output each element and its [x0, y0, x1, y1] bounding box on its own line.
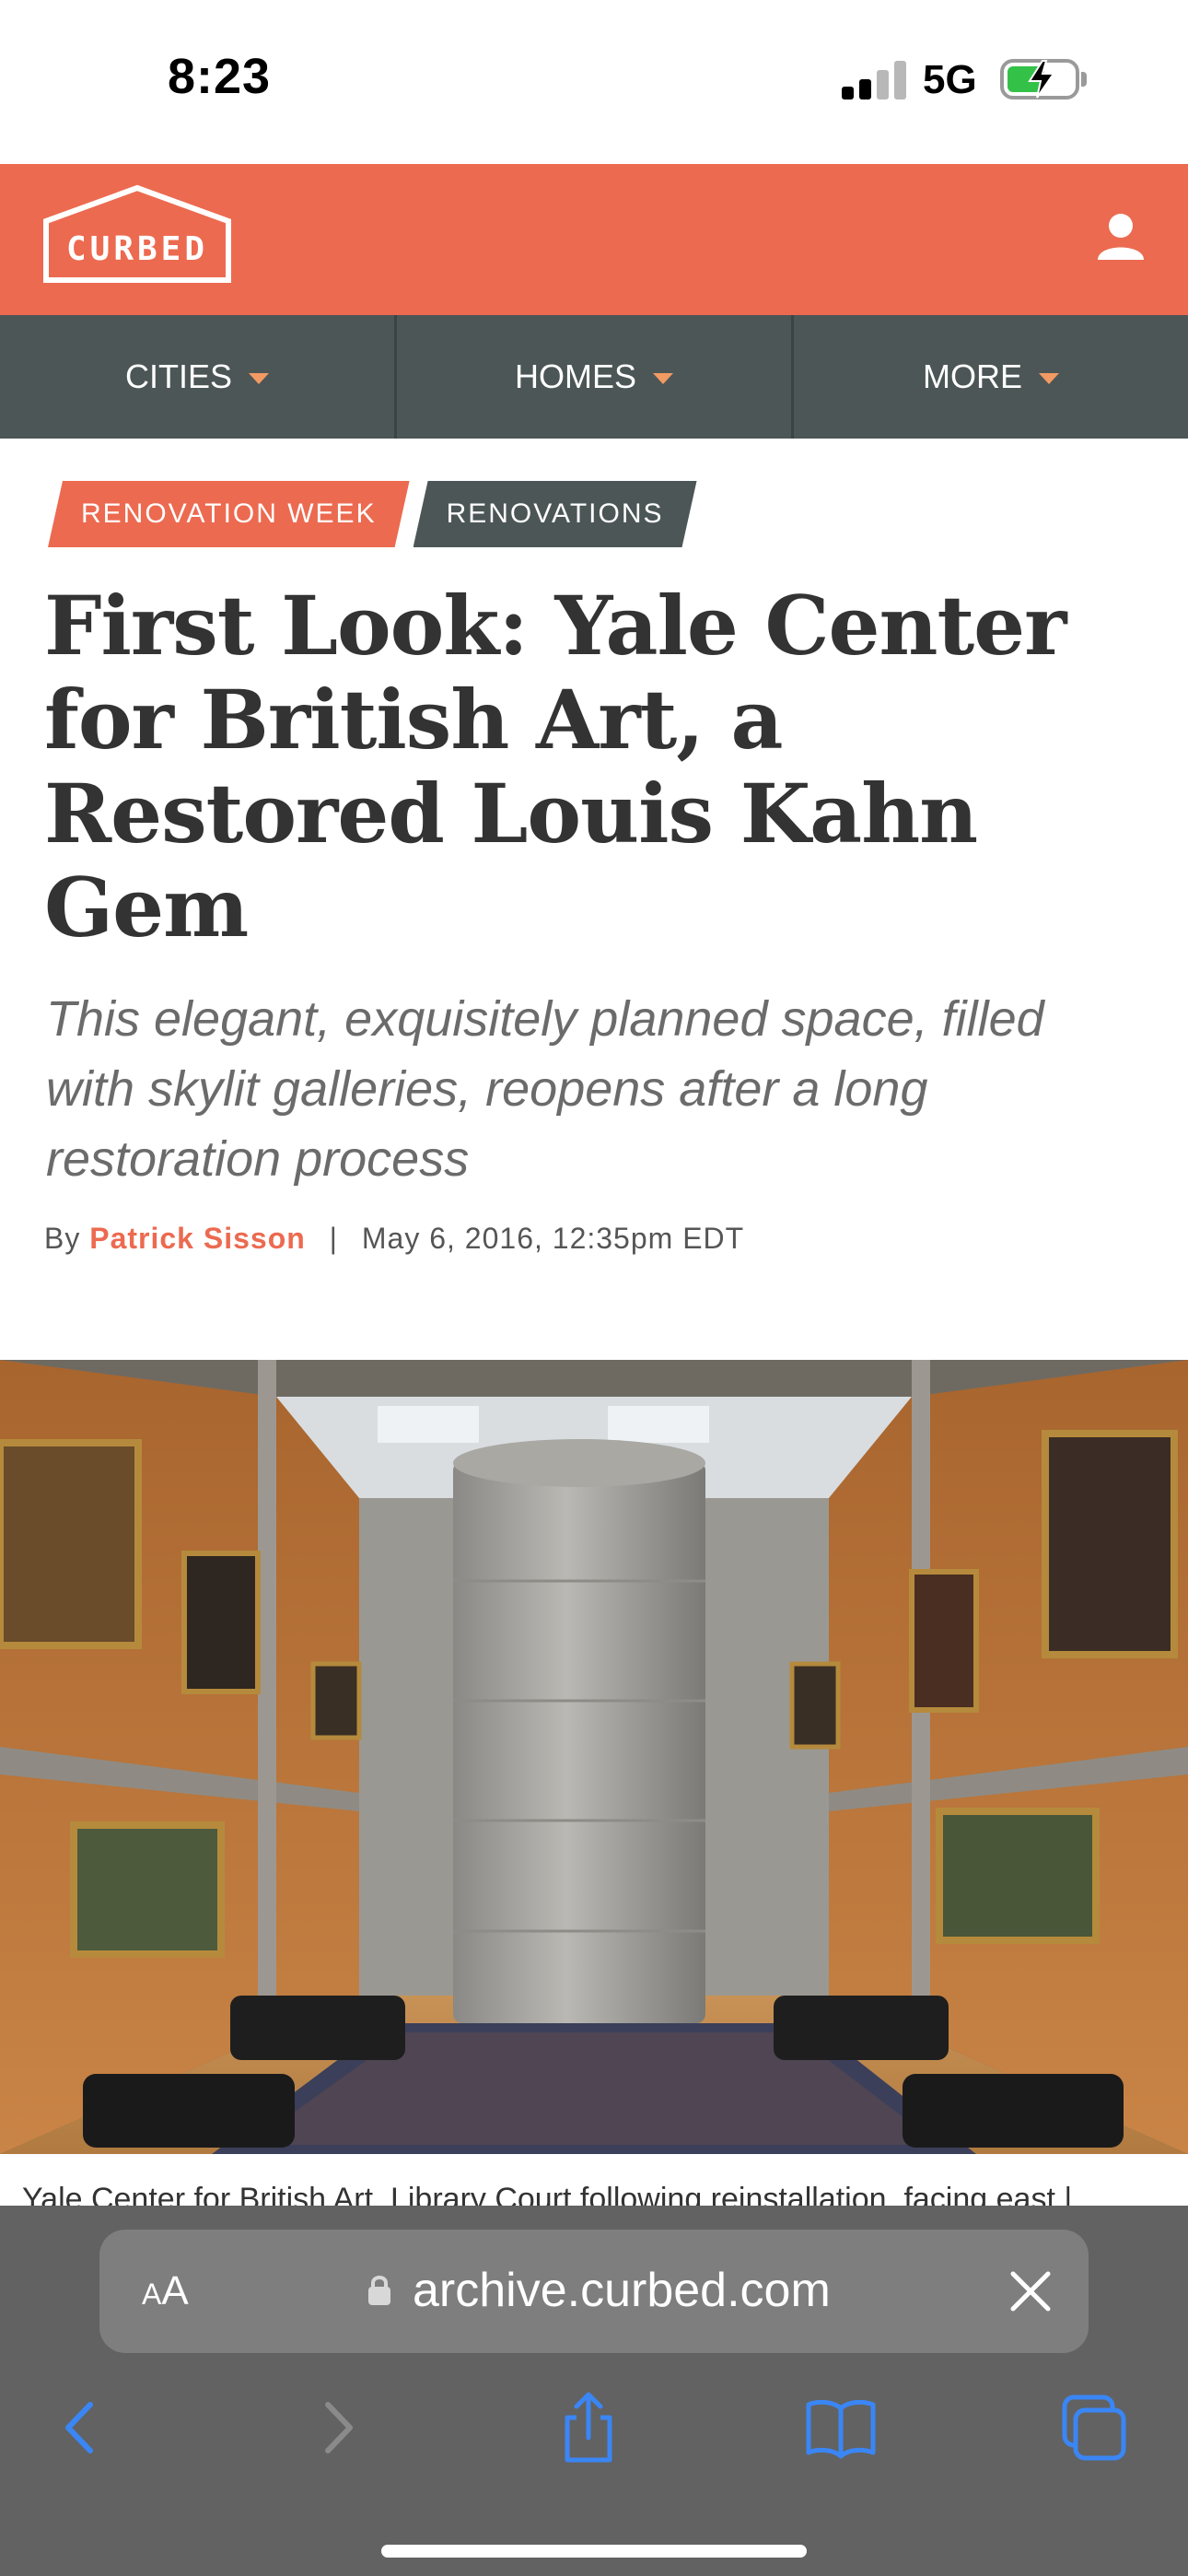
battery-tip — [1081, 72, 1087, 87]
nav-item-more[interactable]: MORE — [794, 315, 1188, 439]
nav-item-cities[interactable]: CITIES — [0, 315, 397, 439]
bookmarks-icon[interactable] — [799, 2386, 882, 2469]
chevron-down-icon — [1039, 373, 1059, 384]
address-bar[interactable]: AA archive.curbed.com — [99, 2230, 1089, 2353]
text-size-button[interactable]: AA — [142, 2268, 189, 2314]
text-size-small: A — [142, 2277, 162, 2311]
section-nav: CITIES HOMES MORE — [0, 315, 1188, 439]
battery-icon — [1000, 59, 1079, 100]
tag-renovation-week[interactable]: RENOVATION WEEK — [48, 481, 410, 547]
author-link[interactable]: Patrick Sisson — [89, 1222, 306, 1255]
home-indicator[interactable] — [381, 2545, 807, 2558]
byline: By Patrick Sisson | May 6, 2016, 12:35pm… — [44, 1222, 744, 1256]
chevron-down-icon — [249, 373, 269, 384]
article-dek: This elegant, exquisitely planned space,… — [46, 991, 1044, 1187]
network-label: 5G — [923, 57, 977, 102]
curbed-logo[interactable]: CURBED — [42, 184, 232, 284]
tabs-icon[interactable] — [1052, 2386, 1135, 2469]
byline-separator: | — [329, 1222, 338, 1255]
lock-icon — [368, 2276, 390, 2305]
browser-toolbar: AA archive.curbed.com — [0, 2206, 1188, 2576]
share-icon[interactable] — [547, 2386, 630, 2469]
logo-text: CURBED — [65, 230, 209, 268]
nav-item-label: MORE — [923, 357, 1022, 395]
tag-renovations[interactable]: RENOVATIONS — [413, 481, 697, 547]
article-tags: RENOVATION WEEK RENOVATIONS — [48, 481, 701, 547]
publish-date: May 6, 2016, 12:35pm EDT — [361, 1222, 745, 1255]
status-bar: 8:23 5G — [0, 0, 1188, 164]
chevron-down-icon — [653, 373, 673, 384]
hero-image[interactable] — [0, 1360, 1188, 2154]
byline-prefix: By — [44, 1222, 81, 1255]
back-icon[interactable] — [39, 2386, 122, 2469]
nav-item-label: CITIES — [124, 357, 232, 395]
signal-icon — [842, 61, 906, 100]
forward-icon — [325, 2402, 353, 2453]
nav-item-homes[interactable]: HOMES — [397, 315, 794, 439]
url-text: archive.curbed.com — [413, 2264, 831, 2317]
user-icon[interactable] — [1096, 212, 1146, 262]
nav-item-label: HOMES — [514, 357, 636, 395]
close-icon[interactable] — [1004, 2265, 1057, 2318]
text-size-large: A — [161, 2268, 189, 2313]
site-header: CURBED — [0, 164, 1188, 315]
status-time: 8:23 — [168, 49, 272, 104]
article-headline: First Look: Yale Center for British Art,… — [44, 578, 1067, 955]
